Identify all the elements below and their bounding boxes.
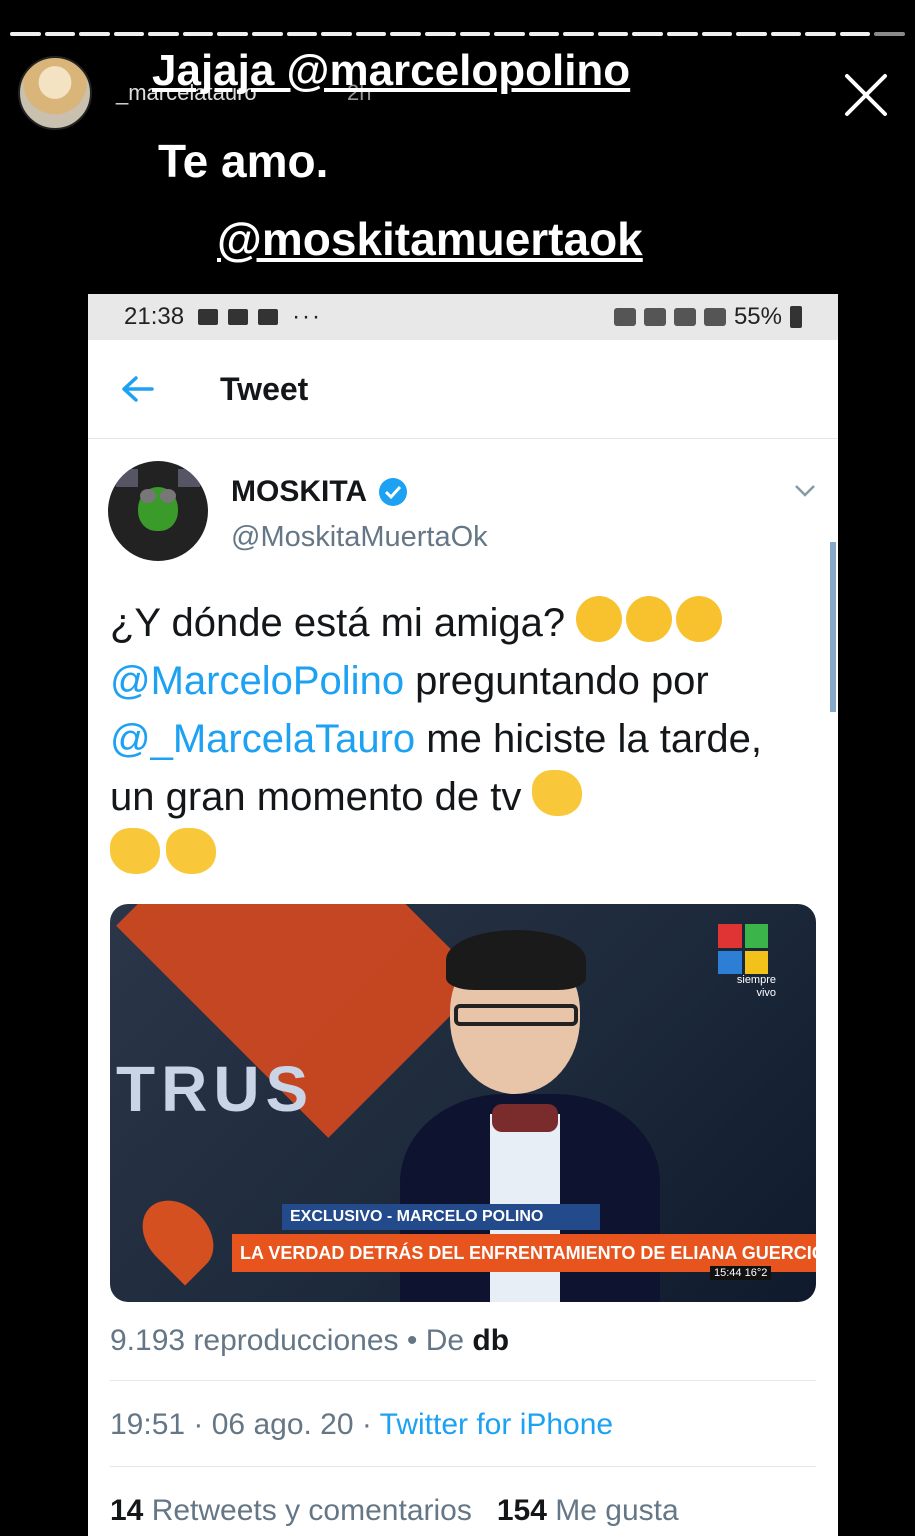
story-caption-2: Te amo. <box>158 135 329 187</box>
progress-segment <box>701 32 733 36</box>
progress-segment <box>113 32 145 36</box>
wifi-icon <box>673 308 696 326</box>
divider <box>110 1380 816 1381</box>
battery-percent: 55% <box>733 303 782 330</box>
progress-segment <box>355 32 387 36</box>
progress-segment <box>286 32 318 36</box>
progress-segment <box>874 32 906 36</box>
progress-segment <box>424 32 456 36</box>
glasses <box>454 1004 578 1026</box>
backdrop-text: TRUS <box>116 1053 315 1125</box>
show-logo-icon <box>128 1186 228 1286</box>
notification-icons <box>198 309 279 325</box>
tweet-author: MOSKITA @MoskitaMuertaOk <box>88 461 838 569</box>
clapping-emoji-icon <box>166 828 216 874</box>
story-caption-3[interactable]: @moskitamuertaok <box>217 212 643 266</box>
mention-link[interactable]: @_MarcelaTauro <box>110 717 415 761</box>
tweet-text-1: ¿Y dónde está mi amiga? <box>110 601 566 645</box>
verified-badge-icon <box>378 477 408 507</box>
wifi-call-icon <box>643 308 666 326</box>
progress-segment <box>459 32 491 36</box>
progress-segment <box>494 32 525 36</box>
retweet-label[interactable]: Retweets y comentarios <box>143 1494 472 1527</box>
tweet-meta: 19:51 · 06 ago. 20 · Twitter for iPhone <box>110 1408 614 1441</box>
progress-segment <box>148 32 179 36</box>
clapping-emoji-icon <box>532 770 583 816</box>
channel-tagline: siempre vivo <box>737 974 776 1000</box>
bow-tie <box>492 1104 558 1132</box>
chevron-down-icon[interactable] <box>792 477 818 503</box>
progress-segment <box>736 32 767 36</box>
clapping-emoji-icon <box>110 828 160 874</box>
progress-segment <box>666 32 698 36</box>
views-sep: • De <box>398 1324 473 1357</box>
views-from[interactable]: db <box>472 1324 509 1357</box>
tv-icon <box>116 469 138 487</box>
status-time: 21:38 <box>124 303 185 330</box>
channel-logo-icon <box>718 924 768 974</box>
channel-text-2: vivo <box>756 987 776 999</box>
author-avatar[interactable] <box>108 461 208 561</box>
chyron-top: EXCLUSIVO - MARCELO POLINO <box>282 1204 600 1230</box>
progress-segment <box>563 32 594 36</box>
back-arrow-icon[interactable] <box>108 359 168 419</box>
story-caption-1[interactable]: Jajaja @marcelopolino <box>152 46 630 96</box>
tweet-body: ¿Y dónde está mi amiga? @MarceloPolino p… <box>110 594 810 884</box>
progress-segment <box>390 32 421 36</box>
video-clock: 15:44 16°2 <box>710 1266 772 1280</box>
views-label: 9.193 reproducciones <box>110 1324 399 1357</box>
progress-segment <box>632 32 663 36</box>
tweet-stats: 14 Retweets y comentarios 154 Me gusta <box>110 1494 679 1528</box>
tweet-source-link[interactable]: Twitter for iPhone <box>380 1408 613 1441</box>
page-title: Tweet <box>220 370 309 407</box>
mention-link[interactable]: @MarceloPolino <box>110 659 404 703</box>
hair <box>446 930 586 990</box>
tweet-date: 06 ago. 20 <box>211 1408 354 1441</box>
progress-segment <box>252 32 283 36</box>
close-icon[interactable] <box>841 70 891 120</box>
progress-segment <box>79 32 110 36</box>
battery-icon <box>790 306 802 328</box>
like-count[interactable]: 154 <box>497 1494 547 1527</box>
divider <box>110 1466 816 1467</box>
author-handle[interactable]: @MoskitaMuertaOk <box>231 521 488 554</box>
tweet-text-2: preguntando por <box>404 659 709 703</box>
tweet-time: 19:51 <box>110 1408 186 1441</box>
cloud-icon <box>228 309 249 325</box>
progress-segment <box>597 32 629 36</box>
laughing-emoji-icon <box>576 596 623 642</box>
tweet-nav-bar: Tweet <box>88 340 838 439</box>
like-label[interactable]: Me gusta <box>547 1494 678 1527</box>
status-bar: 21:38 ··· 55% <box>88 294 838 340</box>
retweet-count[interactable]: 14 <box>110 1494 143 1527</box>
progress-segment <box>10 32 41 36</box>
tweet-video[interactable]: TRUS siempre vivo EXCLUSIVO - MARCELO POL… <box>110 904 816 1302</box>
progress-segment <box>321 32 352 36</box>
avatar[interactable] <box>18 56 92 130</box>
progress-segment <box>44 32 76 36</box>
image-icon <box>258 309 279 325</box>
tv-icon <box>178 469 200 487</box>
channel-text-1: siempre <box>736 974 776 986</box>
laughing-emoji-icon <box>626 596 673 642</box>
mute-icon <box>613 308 636 326</box>
fly-eye <box>160 489 176 503</box>
progress-segment <box>182 32 214 36</box>
story-progress-bar <box>10 32 906 37</box>
signal-icon <box>703 308 726 326</box>
scrollbar[interactable] <box>830 542 836 712</box>
progress-segment <box>770 32 802 36</box>
progress-segment <box>805 32 836 36</box>
progress-segment <box>528 32 560 36</box>
laughing-emoji-icon <box>676 596 723 642</box>
view-count: 9.193 reproducciones • De db <box>110 1324 509 1358</box>
progress-segment <box>839 32 871 36</box>
screenshot-phone: 21:38 ··· 55% Tweet MOSKITA @MoskitaMuer… <box>88 294 838 1536</box>
author-name[interactable]: MOSKITA <box>231 475 367 509</box>
progress-segment <box>217 32 249 36</box>
message-icon <box>198 309 219 325</box>
fly-eye <box>140 489 156 503</box>
more-dots: ··· <box>292 303 323 330</box>
